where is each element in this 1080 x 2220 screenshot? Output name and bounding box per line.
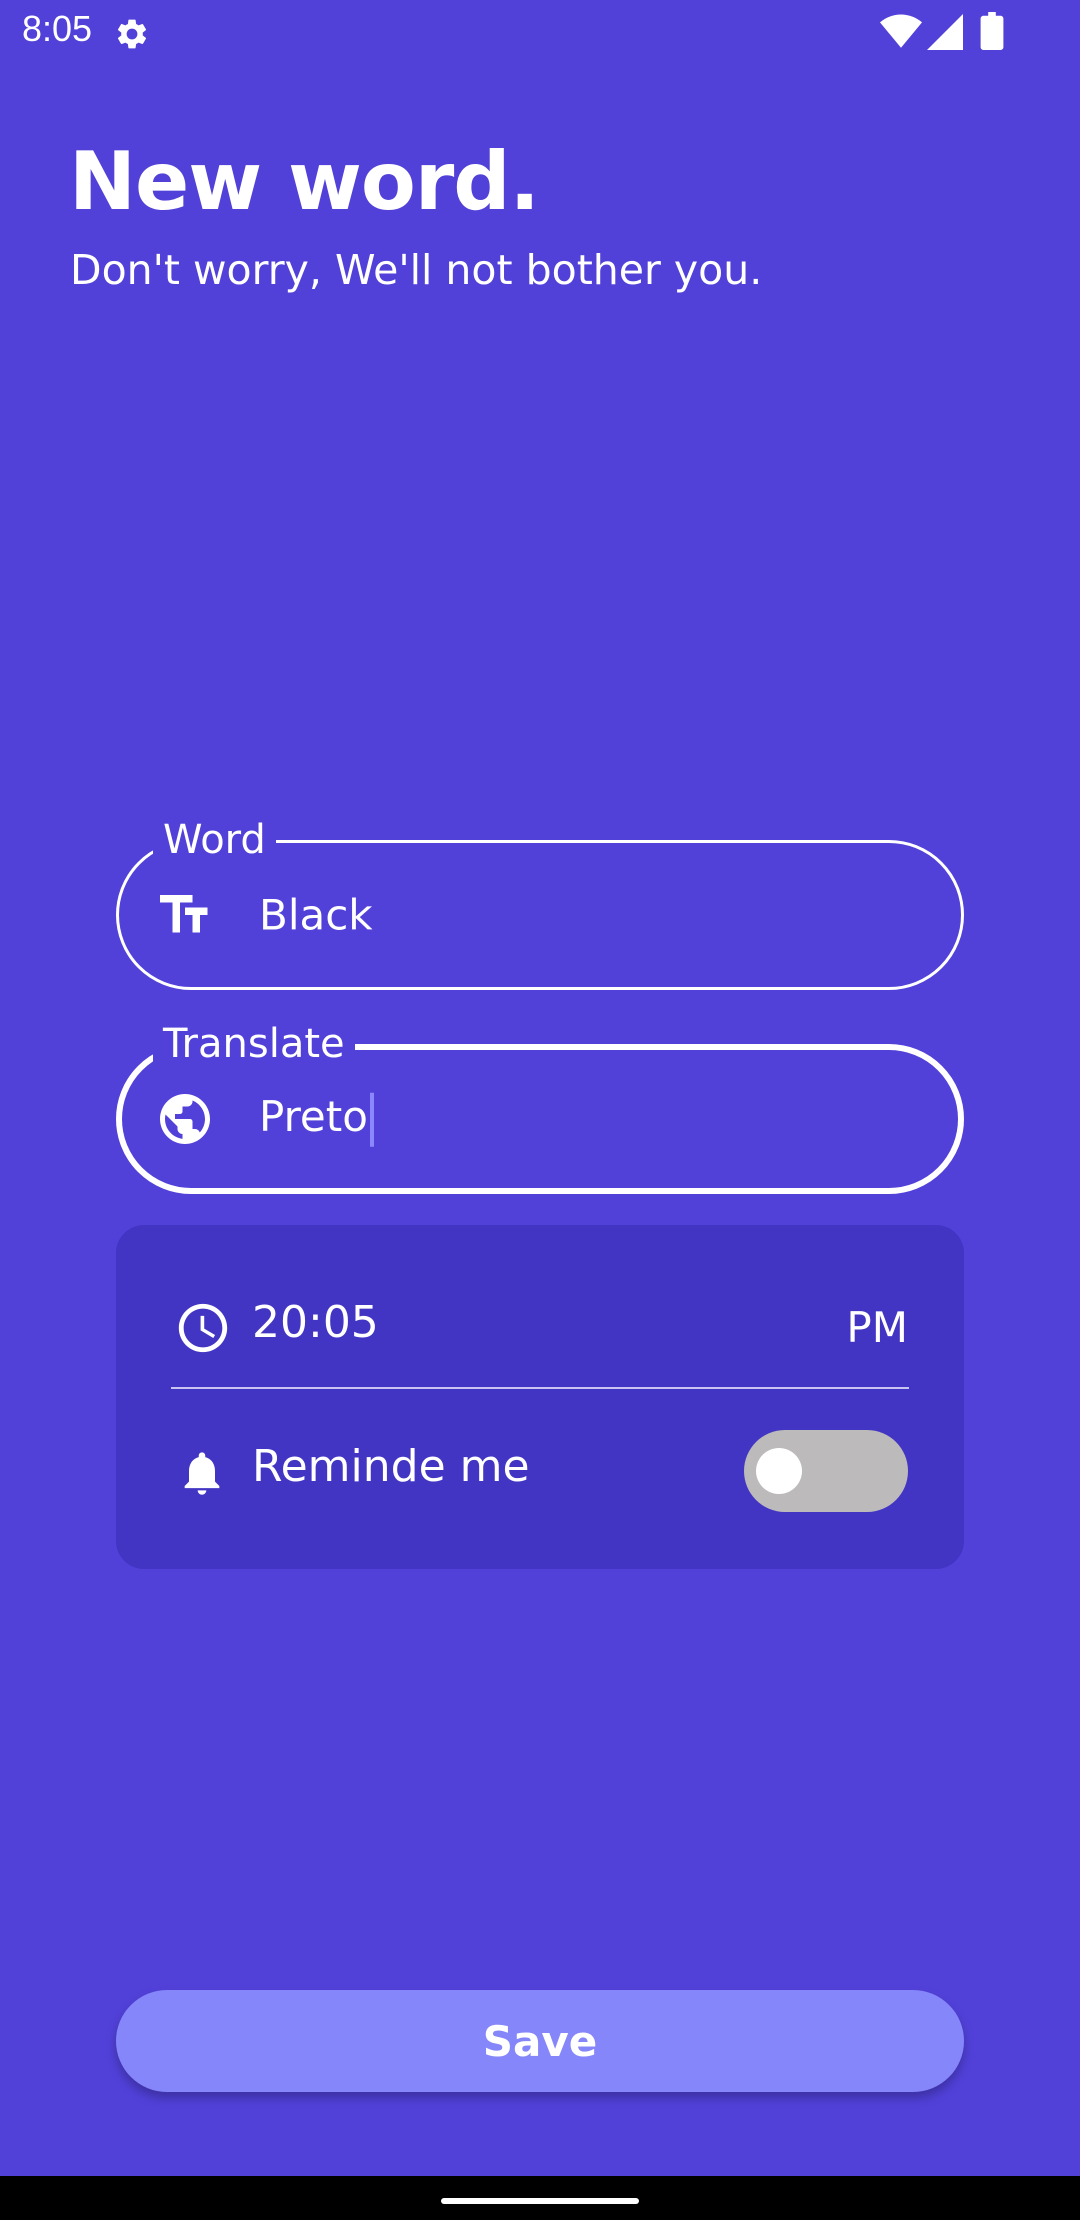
translate-field-label: Translate bbox=[153, 1021, 355, 1067]
translate-field[interactable]: Translate Preto bbox=[116, 1021, 964, 1194]
gear-icon bbox=[117, 19, 147, 49]
word-field[interactable]: Word Black bbox=[116, 817, 964, 990]
battery-icon bbox=[980, 12, 1004, 50]
time-picker-value[interactable]: 20:05 bbox=[252, 1297, 379, 1350]
page-subtitle: Don't worry, We'll not bother you. bbox=[70, 246, 763, 294]
wifi-icon bbox=[880, 14, 922, 48]
status-bar: 8:05 bbox=[0, 0, 1080, 66]
word-input-value: Black bbox=[259, 890, 373, 940]
save-button[interactable]: Save bbox=[116, 1990, 964, 2092]
clock-icon bbox=[178, 1303, 228, 1353]
globe-icon bbox=[160, 1094, 210, 1144]
navigation-bar bbox=[0, 2176, 1080, 2220]
toggle-knob bbox=[756, 1448, 802, 1494]
divider bbox=[171, 1387, 909, 1389]
text-caret bbox=[369, 1092, 374, 1147]
remind-me-toggle[interactable] bbox=[744, 1430, 908, 1512]
page-title: New word. bbox=[69, 135, 540, 228]
translate-input-value: Preto bbox=[259, 1092, 374, 1147]
remind-me-label: Reminde me bbox=[252, 1441, 530, 1492]
am-pm-indicator[interactable]: PM bbox=[846, 1303, 908, 1353]
reminder-card: 20:05 PM Reminde me bbox=[116, 1225, 964, 1569]
home-gesture-handle[interactable] bbox=[441, 2198, 639, 2204]
bell-icon bbox=[184, 1452, 220, 1495]
text-size-icon bbox=[160, 895, 208, 933]
status-time: 8:05 bbox=[22, 8, 93, 49]
signal-icon bbox=[927, 14, 963, 50]
word-field-label: Word bbox=[153, 817, 276, 863]
